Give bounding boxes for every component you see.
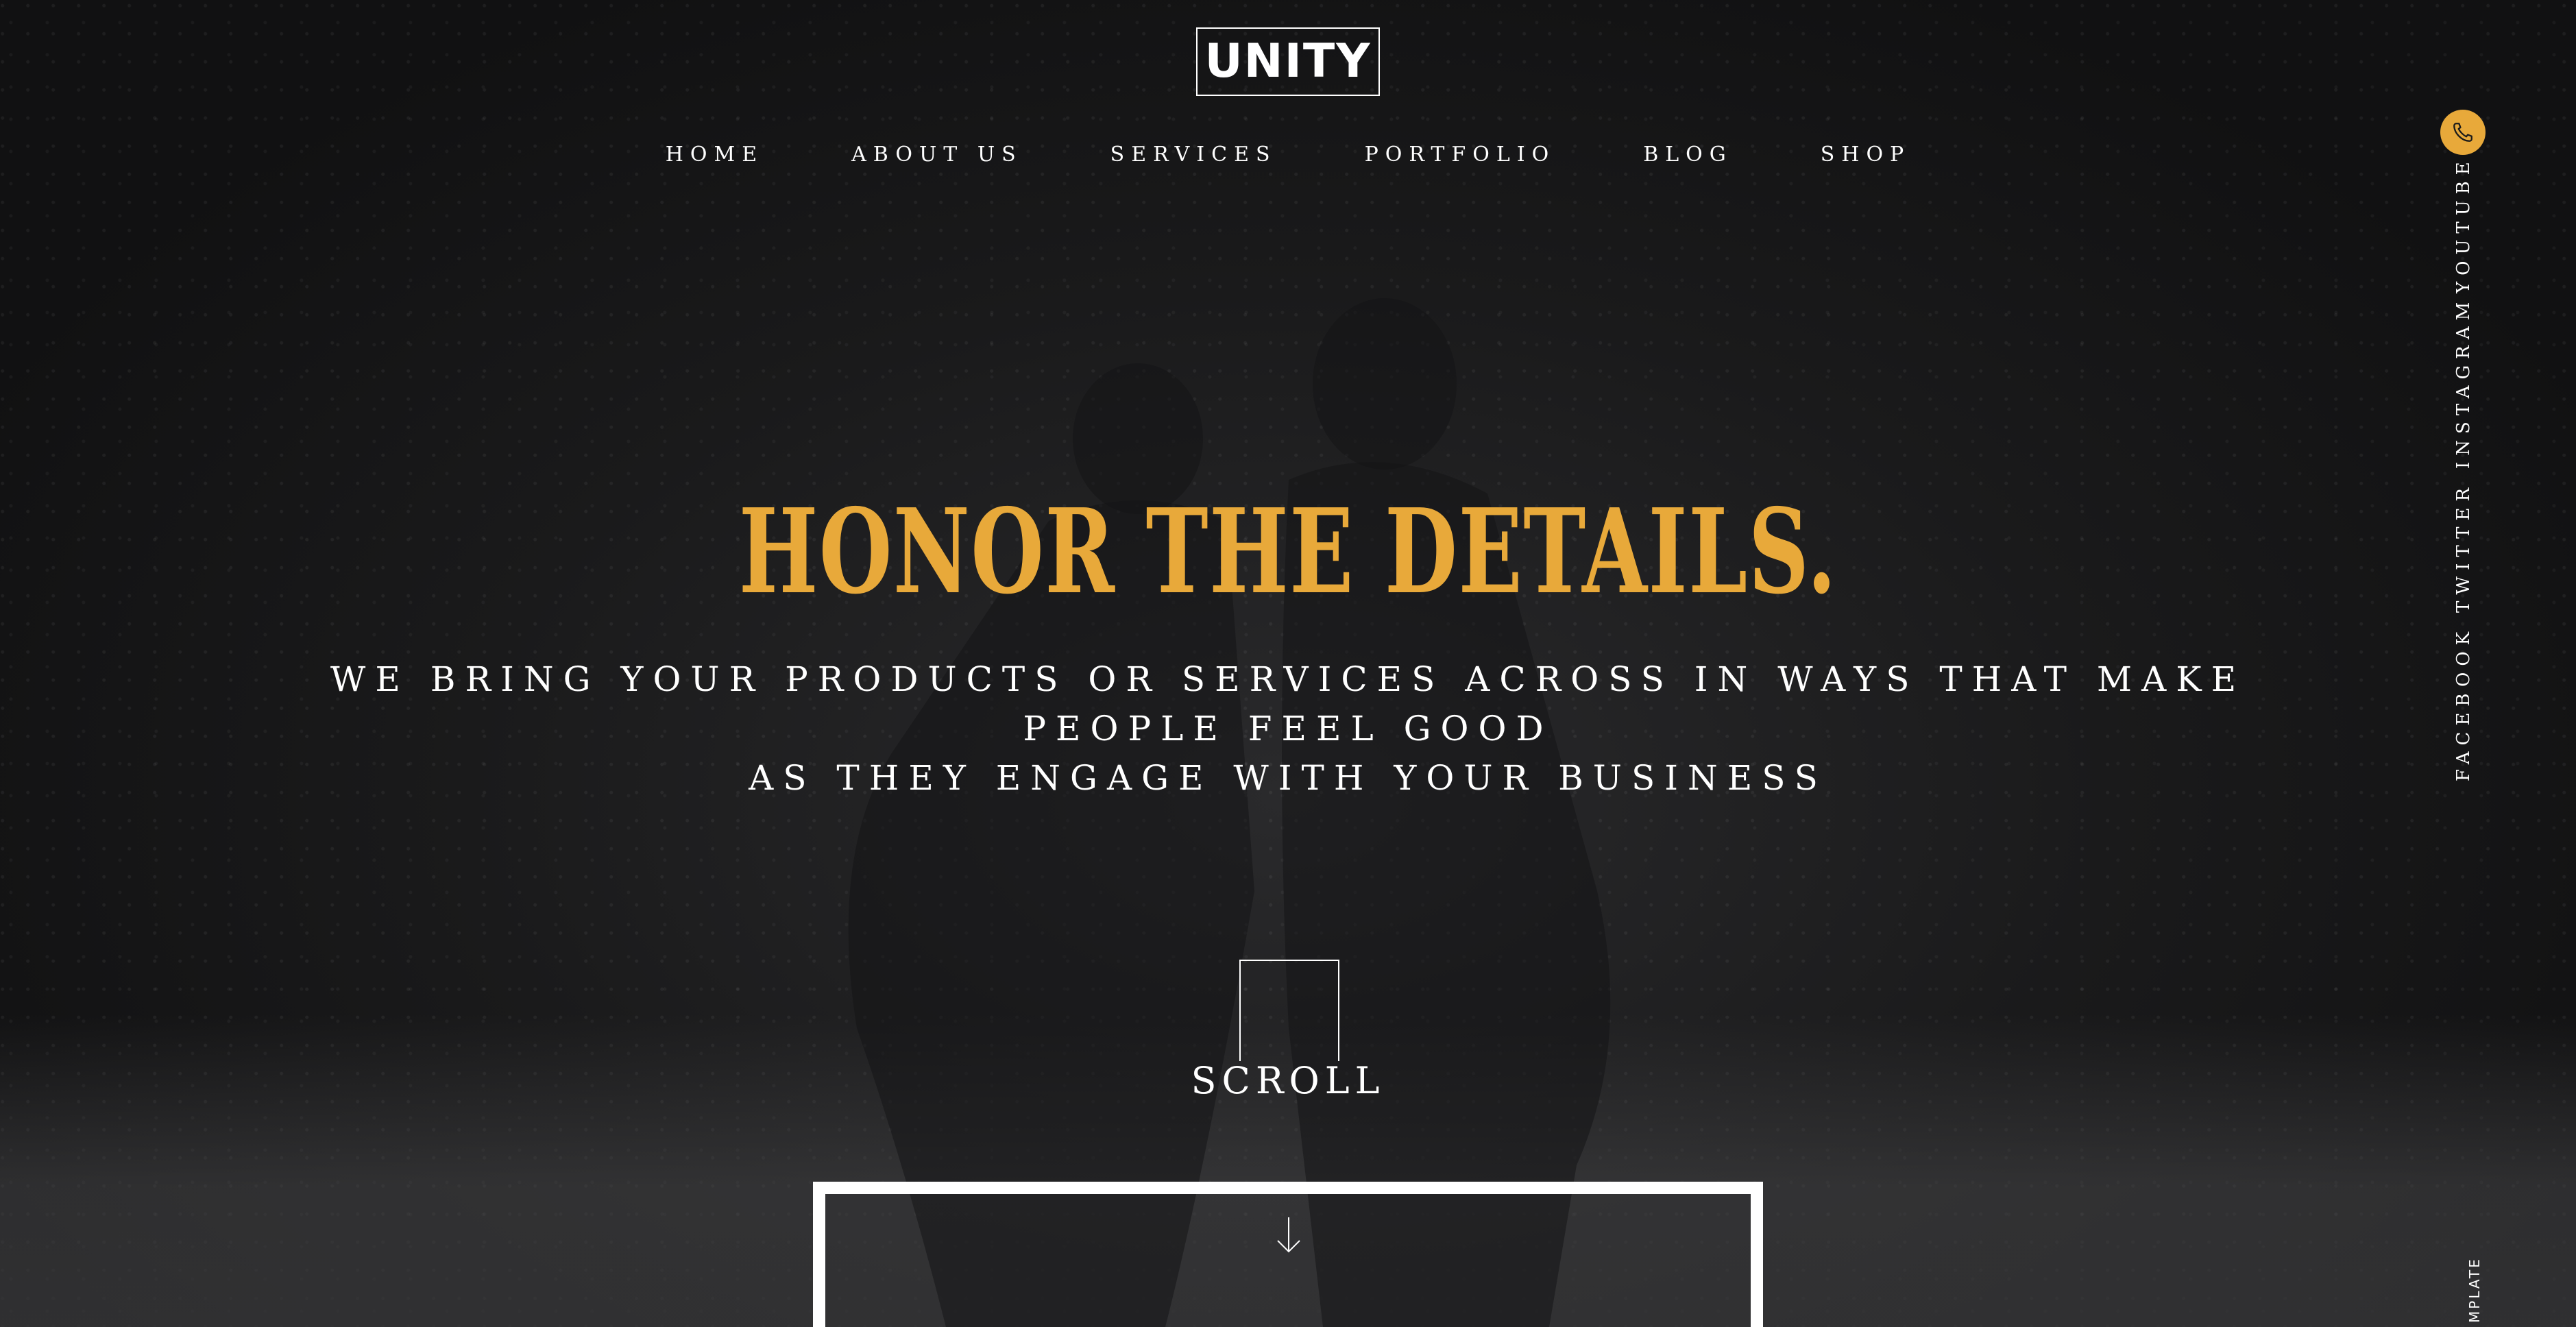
scroll-label[interactable]: SCROLL <box>1165 1059 1411 1102</box>
nav-item-services[interactable]: SERVICES <box>1110 143 1277 167</box>
hero-subtitle-line-2: AS THEY ENGAGE WITH YOUR BUSINESS <box>749 758 1827 798</box>
nav-item-about-us[interactable]: ABOUT US <box>851 143 1023 167</box>
arrow-down-icon[interactable] <box>1274 1215 1304 1256</box>
social-link-youtube[interactable]: YOUTUBE <box>2453 156 2474 293</box>
phone-icon <box>2453 123 2472 142</box>
hero-subtitle: WE BRING YOUR PRODUCTS OR SERVICES ACROS… <box>274 655 2302 803</box>
logo[interactable]: UNITY <box>1196 27 1380 96</box>
nav-item-shop[interactable]: SHOP <box>1821 143 1911 167</box>
social-link-twitter[interactable]: TWITTER <box>2453 482 2474 613</box>
page: UNITY HOME ABOUT US SERVICES PORTFOLIO B… <box>0 0 2576 1327</box>
scroll-indicator-box <box>1239 960 1339 1061</box>
phone-button[interactable] <box>2440 110 2486 155</box>
social-link-instagram[interactable]: INSTAGRAM <box>2453 296 2474 469</box>
hero-subtitle-line-1: WE BRING YOUR PRODUCTS OR SERVICES ACROS… <box>330 659 2246 748</box>
nav-item-blog[interactable]: BLOG <box>1643 143 1733 167</box>
nav-item-portfolio[interactable]: PORTFOLIO <box>1365 143 1556 167</box>
hero-title: HONOR THE DETAILS. <box>738 483 1838 620</box>
side-template-text: MPLATE <box>2466 1257 2483 1323</box>
social-link-facebook[interactable]: FACEBOOK <box>2453 626 2474 781</box>
logo-text: UNITY <box>1204 34 1372 88</box>
nav-item-home[interactable]: HOME <box>666 143 764 167</box>
main-nav: HOME ABOUT US SERVICES PORTFOLIO BLOG SH… <box>0 143 2576 167</box>
